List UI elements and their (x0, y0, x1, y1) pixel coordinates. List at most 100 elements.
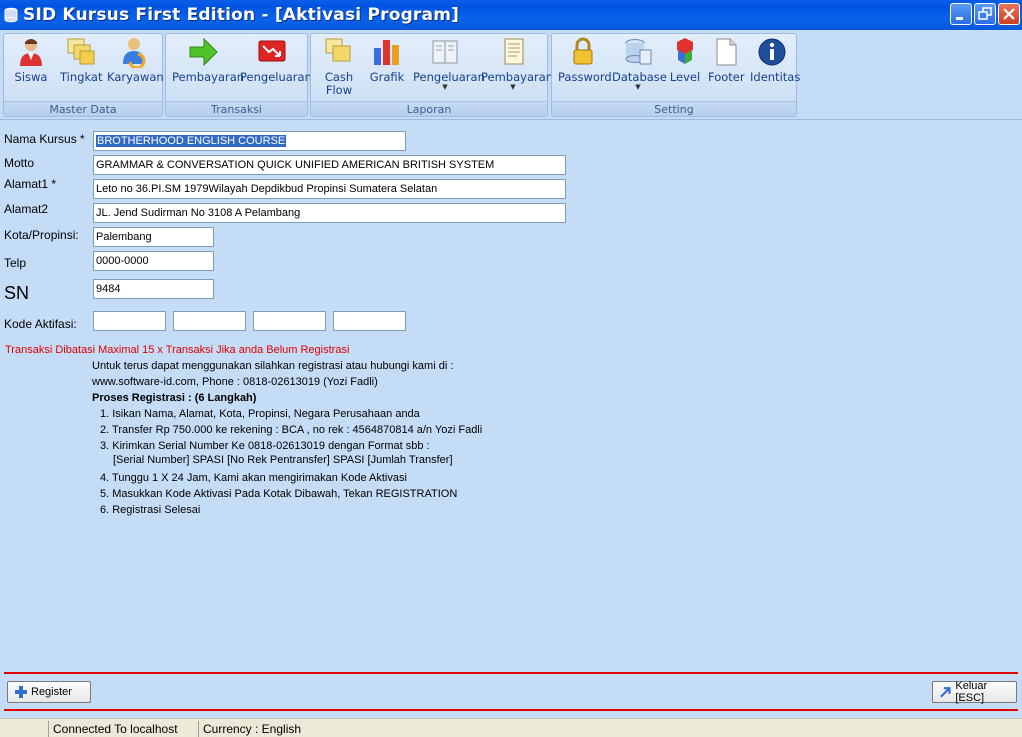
separator-top (4, 672, 1018, 674)
info-line-1: Untuk terus dapat menggunakan silahkan r… (92, 360, 454, 372)
cash-flow-button[interactable]: Cash Flow (323, 36, 355, 97)
chevron-down-icon: ▼ (442, 83, 448, 91)
kode-aktifasi-input-3[interactable] (253, 311, 326, 331)
nama-kursus-value: BROTHERHOOD ENGLISH COURSE (96, 135, 287, 147)
nama-kursus-label: Nama Kursus * (4, 132, 85, 146)
restore-button[interactable] (974, 3, 996, 25)
status-currency: Currency : English (198, 721, 301, 737)
group-caption-transaksi: Transaksi (166, 101, 307, 116)
user-icon (20, 39, 42, 66)
ribbon-group-transaksi: Pembayaran Pengeluaran Transaksi (165, 33, 312, 117)
level-button[interactable]: Level (668, 36, 702, 84)
register-label: Register (31, 686, 72, 698)
step-4: 4. Tunggu 1 X 24 Jam, Kami akan mengirim… (100, 472, 407, 484)
grafik-button[interactable]: Grafik (369, 36, 405, 84)
layers-icon (67, 38, 95, 65)
keluar-button[interactable]: Keluar [ESC] (932, 680, 1017, 704)
bar-chart-icon (374, 40, 399, 65)
app-database-icon (4, 7, 18, 23)
info-icon (758, 38, 786, 66)
footer-label: Footer (708, 70, 745, 84)
registration-heading: Proses Registrasi : (6 Langkah) (92, 392, 257, 404)
users-icon (123, 38, 146, 68)
minimize-button[interactable] (950, 3, 972, 25)
alamat1-input[interactable]: Leto no 36.PI.SM 1979Wilayah Depdikbud P… (93, 179, 566, 199)
kode-aktifasi-input-2[interactable] (173, 311, 246, 331)
status-connection: Connected To localhost (48, 721, 178, 737)
document-icon (504, 38, 524, 65)
step-2: 2. Transfer Rp 750.000 ke rekening : BCA… (100, 424, 483, 436)
group-caption-master-data: Master Data (4, 101, 162, 116)
kode-aktifasi-input-1[interactable] (93, 311, 166, 331)
group-caption-laporan: Laporan (311, 101, 547, 116)
karyawan-button[interactable]: Karyawan (107, 36, 164, 84)
pengeluaran-laporan-button[interactable]: Pengeluaran ▼ (413, 36, 485, 91)
level-label: Level (669, 70, 701, 84)
title-bar: SID Kursus First Edition - [Aktivasi Pro… (0, 0, 1022, 30)
step-6: 6. Registrasi Selesai (100, 504, 201, 516)
alamat2-label: Alamat2 (4, 202, 49, 216)
separator-bottom (4, 709, 1018, 711)
minimize-icon (956, 17, 963, 20)
sn-input[interactable]: 9484 (93, 279, 214, 299)
telp-label: Telp (4, 256, 27, 270)
password-button[interactable]: Password (558, 36, 612, 84)
chevron-down-icon: ▼ (510, 83, 516, 91)
plus-icon (15, 686, 27, 698)
tingkat-button[interactable]: Tingkat (60, 36, 102, 84)
alamat1-label: Alamat1 * (4, 177, 57, 191)
close-button[interactable] (998, 3, 1020, 25)
step-1: 1. Isikan Nama, Alamat, Kota, Propinsi, … (100, 408, 420, 420)
karyawan-label: Karyawan (107, 70, 164, 84)
motto-input[interactable]: GRAMMAR & CONVERSATION QUICK UNIFIED AME… (93, 155, 566, 175)
kota-label: Kota/Propinsi: (4, 228, 79, 242)
grafik-label: Grafik (369, 70, 405, 84)
lock-icon (573, 37, 593, 65)
kode-aktifasi-label: Kode Aktifasi: (4, 317, 77, 331)
chevron-down-icon: ▼ (635, 83, 641, 91)
book-icon (432, 40, 458, 64)
window-title: SID Kursus First Edition - [Aktivasi Pro… (23, 5, 460, 25)
exit-arrow-icon (940, 687, 951, 698)
page-icon (716, 38, 737, 66)
cashflow-icon (325, 38, 351, 62)
warning-text: Transaksi Dibatasi Maximal 15 x Transaks… (5, 344, 350, 356)
info-line-2: www.software-id.com, Phone : 0818-026130… (92, 376, 378, 388)
cubes-icon (677, 38, 693, 64)
pembayaran-transaksi-button[interactable]: Pembayaran (172, 36, 245, 84)
kota-input[interactable]: Palembang (93, 227, 214, 247)
status-bar: Connected To localhost Currency : Englis… (0, 718, 1022, 737)
footer-button[interactable]: Footer (708, 36, 745, 84)
password-label: Password (558, 70, 612, 84)
cash-flow-label-2: Flow (325, 83, 353, 97)
pengeluaran-transaksi-button[interactable]: Pengeluaran (240, 36, 312, 84)
pembayaran-laporan-button[interactable]: Pembayaran ▼ (481, 36, 553, 91)
database-icon (625, 39, 652, 65)
arrow-right-icon (189, 37, 218, 67)
pengeluaran-transaksi-label: Pengeluaran (240, 70, 312, 84)
ribbon-group-laporan: Cash Flow Grafik Pengeluaran ▼ Pembayara… (310, 33, 553, 117)
sn-label: SN (4, 283, 30, 303)
identitas-label: Identitas (750, 70, 801, 84)
ribbon-toolbar: Siswa Tingkat Karyawan Master Data Pemba… (0, 30, 1022, 120)
close-icon (1003, 8, 1015, 20)
step-5: 5. Masukkan Kode Aktivasi Pada Kotak Dib… (100, 488, 458, 500)
pembayaran-transaksi-label: Pembayaran (172, 70, 245, 84)
tingkat-label: Tingkat (60, 70, 103, 84)
step-3-format: [Serial Number] SPASI [No Rek Pentransfe… (113, 454, 453, 466)
keluar-label: Keluar [ESC] (955, 680, 988, 704)
alamat2-input[interactable]: JL. Jend Sudirman No 3108 A Pelambang (93, 203, 566, 223)
identitas-button[interactable]: Identitas (750, 36, 801, 84)
siswa-label: Siswa (14, 70, 48, 84)
siswa-button[interactable]: Siswa (14, 36, 48, 84)
chart-down-icon (258, 40, 286, 62)
register-button[interactable]: Register (7, 681, 91, 703)
kode-aktifasi-input-4[interactable] (333, 311, 406, 331)
database-button[interactable]: Database ▼ (612, 36, 667, 91)
motto-label: Motto (4, 156, 35, 170)
telp-input[interactable]: 0000-0000 (93, 251, 214, 271)
nama-kursus-input[interactable]: BROTHERHOOD ENGLISH COURSE (93, 131, 406, 151)
ribbon-group-master-data: Siswa Tingkat Karyawan Master Data (3, 33, 164, 117)
group-caption-setting: Setting (552, 101, 796, 116)
restore-icon (978, 7, 992, 20)
